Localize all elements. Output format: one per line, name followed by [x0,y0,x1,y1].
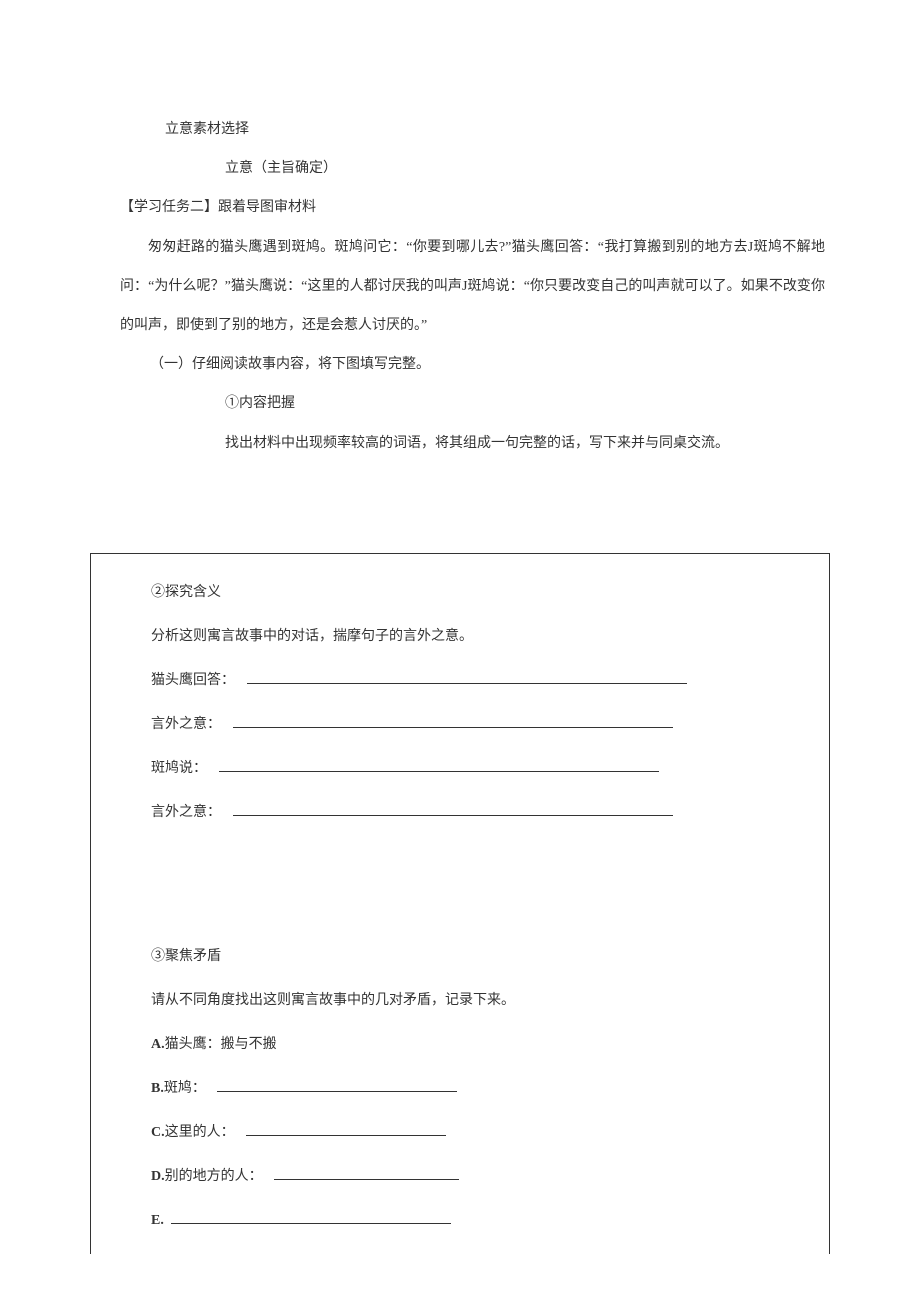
analysis-box: ②探究含义 分析这则寓言故事中的对话，揣摩句子的言外之意。 猫头鹰回答： 言外之… [90,553,830,1254]
item-a-text: 猫头鹰：搬与不搬 [165,1037,277,1052]
story-paragraph: 匆匆赶路的猫头鹰遇到斑鸠。斑鸠问它：“你要到哪儿去?”猫头鹰回答：“我打算搬到别… [90,228,830,346]
implication-blank-1[interactable] [233,714,673,728]
step1-title-text: ①内容把握 [225,396,295,411]
item-e-blank[interactable] [171,1210,451,1224]
step2-instruction: 分析这则寓言故事中的对话，揣摩句子的言外之意。 [151,616,799,658]
item-c-prefix: C. [151,1125,165,1140]
step2-instruction-text: 分析这则寓言故事中的对话，揣摩句子的言外之意。 [151,629,473,644]
dove-says-label: 斑鸠说： [151,761,207,776]
task-header-text: 【学习任务二】跟着导图审材料 [120,200,316,215]
step2-title-text: ②探究含义 [151,585,221,600]
item-e-prefix: E. [151,1213,164,1228]
item-e: E. [151,1200,799,1242]
heading-material: 立意素材选择 [90,110,830,149]
item-d-blank[interactable] [274,1166,459,1180]
step1-instruction: 找出材料中出现频率较高的词语，将其组成一句完整的话，写下来并与同桌交流。 [90,424,830,463]
step2-title: ②探究含义 [151,572,799,614]
owl-answer-blank[interactable] [247,670,687,684]
implication-label-1: 言外之意： [151,717,221,732]
dove-says-blank[interactable] [219,758,659,772]
item-d-text: 别的地方的人： [165,1169,263,1184]
section-one-text: （一）仔细阅读故事内容，将下图填写完整。 [150,357,430,372]
step3-instruction-text: 请从不同角度找出这则寓言故事中的几对矛盾，记录下来。 [151,993,515,1008]
step3-title-text: ③聚焦矛盾 [151,949,221,964]
item-d: D.别的地方的人： [151,1156,799,1198]
item-c: C.这里的人： [151,1112,799,1154]
heading-theme: 立意（主旨确定） [90,149,830,188]
step3-instruction: 请从不同角度找出这则寓言故事中的几对矛盾，记录下来。 [151,980,799,1022]
task-header: 【学习任务二】跟着导图审材料 [90,188,830,227]
step1-title: ①内容把握 [90,384,830,423]
implication-blank-2[interactable] [233,802,673,816]
dove-says-row: 斑鸠说： [151,748,799,790]
item-a: A.猫头鹰：搬与不搬 [151,1024,799,1066]
implication-row-1: 言外之意： [151,704,799,746]
heading-theme-text: 立意（主旨确定） [225,161,337,176]
owl-answer-label: 猫头鹰回答： [151,673,235,688]
owl-answer-row: 猫头鹰回答： [151,660,799,702]
heading-text: 立意素材选择 [165,122,249,137]
item-b: B.斑鸠： [151,1068,799,1110]
section-one: （一）仔细阅读故事内容，将下图填写完整。 [90,345,830,384]
implication-label-2: 言外之意： [151,805,221,820]
item-a-prefix: A. [151,1037,165,1052]
item-b-prefix: B. [151,1081,164,1096]
step1-instruction-text: 找出材料中出现频率较高的词语，将其组成一句完整的话，写下来并与同桌交流。 [225,436,729,451]
item-c-text: 这里的人： [165,1125,235,1140]
item-b-blank[interactable] [217,1078,457,1092]
spacer [90,463,830,543]
item-b-text: 斑鸠： [164,1081,206,1096]
item-d-prefix: D. [151,1169,165,1184]
implication-row-2: 言外之意： [151,792,799,834]
item-c-blank[interactable] [246,1122,446,1136]
step3-title: ③聚焦矛盾 [151,936,799,978]
box-spacer [151,836,799,936]
story-text: 匆匆赶路的猫头鹰遇到斑鸠。斑鸠问它：“你要到哪儿去?”猫头鹰回答：“我打算搬到别… [120,240,825,333]
